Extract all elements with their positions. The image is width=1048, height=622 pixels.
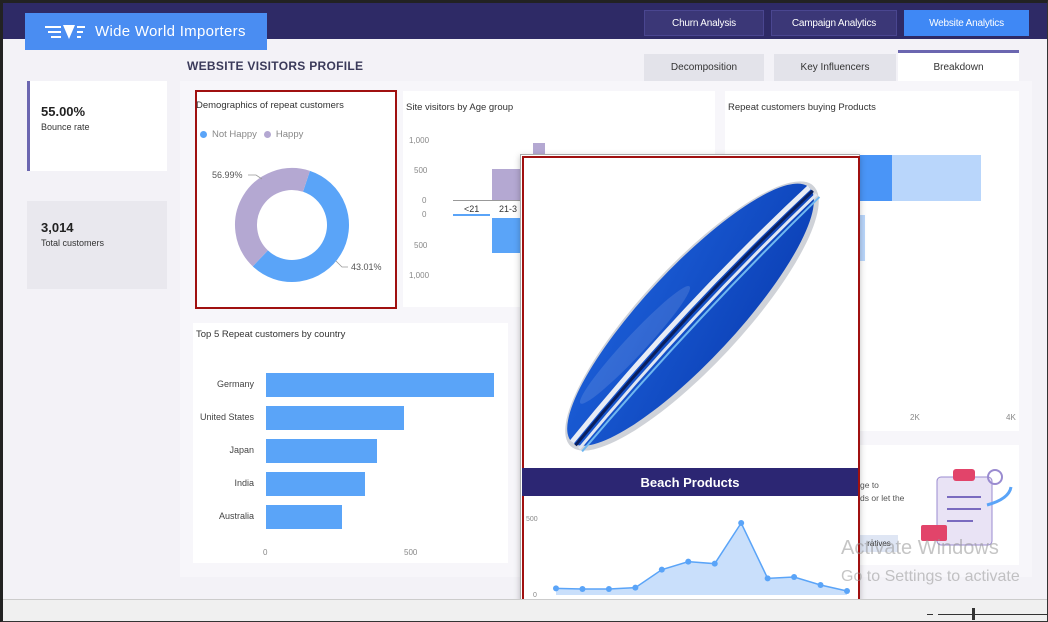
partial-card-line2: ds or let the xyxy=(860,493,905,503)
zoom-out-icon[interactable] xyxy=(927,614,933,615)
app-frame: Churn Analysis Campaign Analytics Websit… xyxy=(0,0,1048,622)
kpi-total-customers-value: 3,014 xyxy=(41,220,74,235)
donut-slice-happy[interactable] xyxy=(235,168,310,267)
country-bar[interactable] xyxy=(266,406,405,430)
kpi-bounce-rate-label: Bounce rate xyxy=(41,122,90,132)
surfboard-image xyxy=(565,181,821,453)
age-ytick-5: 1,000 xyxy=(409,271,430,280)
nav-churn-analysis[interactable]: Churn Analysis xyxy=(644,10,764,36)
trend-area xyxy=(556,523,847,595)
activate-windows-subtitle: Go to Settings to activate xyxy=(841,568,1020,585)
age-ytick-1: 500 xyxy=(414,166,428,175)
trend-point[interactable] xyxy=(791,574,798,580)
donut-chart xyxy=(235,168,349,282)
country-label: Germany xyxy=(216,379,254,389)
age-group-title: Site visitors by Age group xyxy=(406,102,514,113)
country-label: United States xyxy=(199,412,254,422)
demographics-title: Demographics of repeat customers xyxy=(196,100,344,111)
products-bar-2 xyxy=(892,155,981,201)
legend-not-happy-label: Not Happy xyxy=(212,129,257,140)
country-label: Australia xyxy=(218,511,254,521)
age-bar-small xyxy=(453,214,490,216)
trend-point[interactable] xyxy=(632,584,639,591)
products-xtick-0: 2K xyxy=(910,413,920,422)
trend-point[interactable] xyxy=(738,520,745,526)
top-countries-title: Top 5 Repeat customers by country xyxy=(196,329,346,340)
kpi-total-customers-label: Total customers xyxy=(41,238,105,248)
country-label: India xyxy=(234,478,254,488)
age-axis-line xyxy=(453,200,523,201)
tab-decomposition[interactable]: Decomposition xyxy=(644,54,764,81)
country-bar[interactable] xyxy=(266,472,366,496)
trend-point[interactable] xyxy=(605,586,612,592)
trend-point[interactable] xyxy=(711,560,718,567)
wings-logo-icon xyxy=(45,24,85,39)
zoom-slider-handle[interactable] xyxy=(972,608,975,620)
age-xlabel-1: 21-3 xyxy=(499,204,518,214)
age-ytick-4: 500 xyxy=(414,241,428,250)
trend-point[interactable] xyxy=(658,566,665,573)
donut-leader-happy xyxy=(335,260,348,268)
countries-xtick-1: 500 xyxy=(404,548,418,557)
trend-point[interactable] xyxy=(685,558,692,565)
partial-card-line1: ge to xyxy=(860,480,879,490)
age-xlabel-0: <21 xyxy=(464,204,480,214)
tooltip-banner: Beach Products xyxy=(522,468,858,496)
brand-logo[interactable]: Wide World Importers xyxy=(25,13,267,50)
repeat-products-title: Repeat customers buying Products xyxy=(728,102,876,113)
country-label: Japan xyxy=(229,445,254,455)
legend-happy-label: Happy xyxy=(275,129,304,140)
age-bar-not-happy xyxy=(492,218,522,253)
trend-point[interactable] xyxy=(553,585,559,592)
status-bar xyxy=(3,599,1047,621)
page-title: WEBSITE VISITORS PROFILE xyxy=(187,59,364,73)
age-ytick-0: 1,000 xyxy=(409,136,430,145)
kpi-bounce-rate-value: 55.00% xyxy=(41,104,86,119)
products-bar-1 xyxy=(858,155,892,201)
legend-happy-swatch xyxy=(263,131,271,138)
trend-point[interactable] xyxy=(817,582,824,588)
trend-point[interactable] xyxy=(579,586,586,592)
tab-breakdown[interactable]: Breakdown xyxy=(898,50,1019,81)
age-bar-happy xyxy=(492,169,522,200)
nav-campaign-analytics[interactable]: Campaign Analytics xyxy=(771,10,897,36)
brand-name: Wide World Importers xyxy=(95,23,246,40)
products-xtick-1: 4K xyxy=(1006,413,1016,422)
age-ytick-2: 0 xyxy=(422,196,427,205)
donut-label-not-happy: 56.99% xyxy=(212,170,243,180)
country-bar[interactable] xyxy=(266,505,343,529)
trend-point[interactable] xyxy=(764,575,771,582)
countries-xtick-0: 0 xyxy=(263,548,268,557)
demographics-legend: Not Happy Happy xyxy=(200,129,303,140)
tab-key-influencers[interactable]: Key Influencers xyxy=(774,54,896,81)
activate-windows-title: Activate Windows xyxy=(841,537,999,559)
donut-label-happy: 43.01% xyxy=(351,262,382,272)
nav-website-analytics[interactable]: Website Analytics xyxy=(904,10,1029,36)
country-bar[interactable] xyxy=(266,439,377,463)
country-bar[interactable] xyxy=(266,373,494,397)
zoom-slider-track[interactable] xyxy=(938,614,1047,615)
trend-point[interactable] xyxy=(844,588,850,594)
monthly-area-chart xyxy=(553,520,850,595)
legend-not-happy-swatch xyxy=(200,131,207,138)
age-ytick-3: 0 xyxy=(422,210,427,219)
trend-ytick-0: 500 xyxy=(526,516,538,523)
trend-ytick-1: 0 xyxy=(533,592,537,599)
